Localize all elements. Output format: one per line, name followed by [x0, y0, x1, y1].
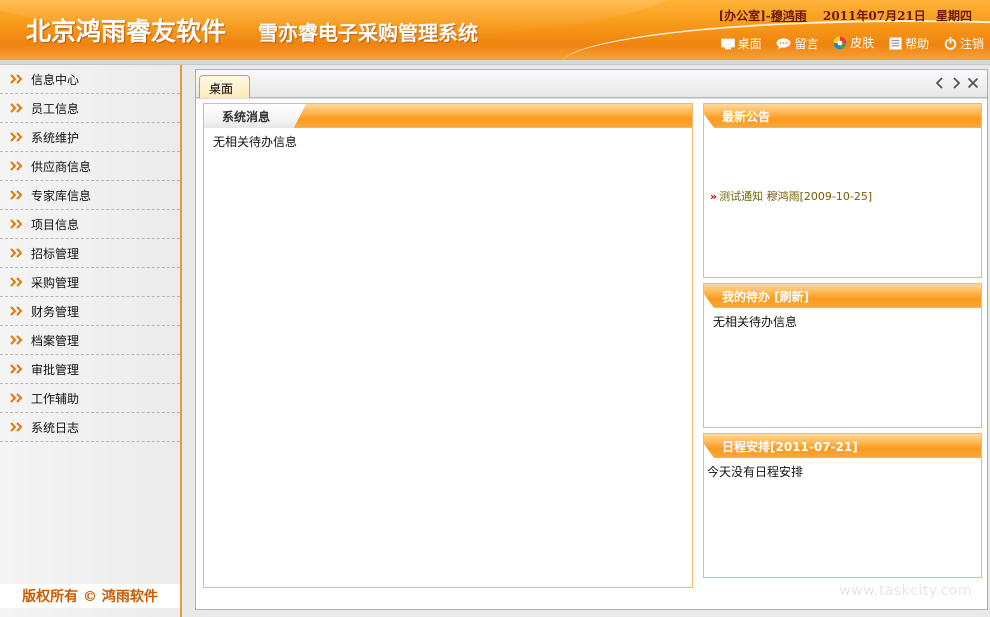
- double-chevron-icon: »: [710, 190, 718, 203]
- schedule-body: 今天没有日程安排: [707, 465, 804, 479]
- notice-panel: 最新公告 » 测试通知 穆鸿雨[2009-10-25]: [703, 103, 982, 278]
- sidebar-item-label: 采购管理: [31, 275, 80, 290]
- chevron-left-icon[interactable]: [933, 76, 947, 90]
- double-chevron-right-icon: [10, 393, 23, 403]
- user-info: [办公室]-穆鸿雨 2011年07月21日 星期四: [718, 7, 972, 24]
- sidebar-item[interactable]: 项目信息: [0, 210, 180, 239]
- sidebar-item-label: 信息中心: [31, 72, 80, 87]
- message-icon: [776, 37, 791, 49]
- header-toolbar: 桌面 留言 皮肤 帮助 注销: [710, 34, 984, 53]
- sidebar-item[interactable]: 系统日志: [0, 413, 180, 442]
- user-name-link[interactable]: 穆鸿雨: [771, 9, 807, 23]
- sidebar-item[interactable]: 系统维护: [0, 123, 180, 152]
- schedule-title: 日程安排[2011-07-21]: [722, 439, 858, 454]
- sidebar-item-label: 系统日志: [31, 420, 80, 435]
- double-chevron-right-icon: [10, 306, 23, 316]
- sidebar-item[interactable]: 专家库信息: [0, 181, 180, 210]
- chevron-right-icon[interactable]: [949, 76, 963, 90]
- logout-button[interactable]: 注销: [944, 35, 984, 52]
- system-name: 雪亦睿电子采购管理系统: [258, 21, 478, 45]
- sidebar-item-label: 档案管理: [31, 333, 80, 348]
- system-message-title: 系统消息: [204, 104, 307, 128]
- power-icon: [944, 36, 957, 50]
- todo-panel: 我的待办 [刷新] 无相关待办信息: [703, 283, 982, 428]
- notice-item-meta: 穆鸿雨[2009-10-25]: [766, 190, 873, 203]
- app-header: 北京鸿雨睿友软件 雪亦睿电子采购管理系统 [办公室]-穆鸿雨 2011年07月2…: [0, 0, 990, 60]
- menu-list: 信息中心员工信息系统维护供应商信息专家库信息项目信息招标管理采购管理财务管理档案…: [0, 65, 180, 442]
- current-weekday: 星期四: [935, 9, 972, 23]
- logout-label: 注销: [959, 36, 984, 51]
- todo-header: 我的待办 [刷新]: [704, 284, 981, 308]
- todo-title[interactable]: 我的待办 [刷新]: [704, 284, 823, 308]
- sidebar-menu: 信息中心员工信息系统维护供应商信息专家库信息项目信息招标管理采购管理财务管理档案…: [0, 65, 182, 617]
- sidebar-item[interactable]: 信息中心: [0, 65, 180, 94]
- schedule-panel: 日程安排[2011-07-21] 今天没有日程安排: [703, 433, 982, 578]
- desktop-button[interactable]: 桌面: [720, 35, 762, 52]
- notice-title: 最新公告: [722, 109, 771, 124]
- main-area: 桌面 系统消息 无相关待办信息 最新公告 » 测试通知 穆鸿雨[2009-10-2…: [195, 69, 988, 610]
- desktop-content: 系统消息 无相关待办信息 最新公告 » 测试通知 穆鸿雨[2009-10-25] …: [196, 99, 987, 609]
- schedule-header: 日程安排[2011-07-21]: [704, 434, 981, 458]
- help-icon: [889, 37, 902, 49]
- sidebar-item[interactable]: 供应商信息: [0, 152, 180, 181]
- sidebar-item[interactable]: 采购管理: [0, 268, 180, 297]
- copyright-text: 版权所有 © 鸿雨软件: [0, 584, 180, 608]
- desktop-label: 桌面: [737, 37, 762, 51]
- double-chevron-right-icon: [10, 248, 23, 258]
- double-chevron-right-icon: [10, 161, 23, 171]
- sidebar-item-label: 项目信息: [31, 217, 80, 232]
- double-chevron-right-icon: [10, 103, 23, 113]
- sidebar-item[interactable]: 员工信息: [0, 94, 180, 123]
- system-message-body: 无相关待办信息: [213, 135, 298, 149]
- notice-item[interactable]: » 测试通知 穆鸿雨[2009-10-25]: [710, 188, 872, 204]
- skin-icon: [833, 36, 847, 49]
- sidebar-item-label: 员工信息: [31, 101, 80, 116]
- double-chevron-right-icon: [10, 74, 23, 84]
- double-chevron-right-icon: [10, 364, 23, 374]
- watermark-text: www.taskcity.com: [839, 583, 972, 599]
- notice-item-title: 测试通知: [719, 190, 764, 203]
- skin-label: 皮肤: [850, 36, 875, 50]
- double-chevron-right-icon: [10, 132, 23, 142]
- sidebar-item[interactable]: 审批管理: [0, 355, 180, 384]
- message-label: 留言: [794, 37, 819, 51]
- current-date: 2011年07月21日: [822, 9, 926, 23]
- sidebar-item-label: 审批管理: [31, 362, 80, 377]
- sidebar-item[interactable]: 档案管理: [0, 326, 180, 355]
- system-message-header: 系统消息: [204, 104, 692, 128]
- skin-button[interactable]: 皮肤: [833, 34, 874, 51]
- double-chevron-right-icon: [10, 335, 23, 345]
- sidebar-item-label: 财务管理: [31, 304, 80, 319]
- sidebar-item-label: 系统维护: [31, 130, 80, 145]
- brand-title: 北京鸿雨睿友软件: [26, 17, 227, 46]
- double-chevron-right-icon: [10, 219, 23, 229]
- system-message-panel: 系统消息 无相关待办信息: [203, 103, 693, 588]
- todo-body: 无相关待办信息: [713, 315, 798, 329]
- office-prefix: [办公室]-: [718, 9, 771, 23]
- sidebar-item[interactable]: 工作辅助: [0, 384, 180, 413]
- sidebar-item-label: 专家库信息: [31, 188, 92, 203]
- sidebar-item[interactable]: 财务管理: [0, 297, 180, 326]
- close-icon[interactable]: [966, 76, 980, 90]
- double-chevron-right-icon: [10, 277, 23, 287]
- double-chevron-right-icon: [10, 190, 23, 200]
- message-button[interactable]: 留言: [776, 35, 818, 52]
- sidebar-item-label: 工作辅助: [31, 391, 80, 406]
- notice-header: 最新公告: [704, 104, 981, 128]
- tab-desktop[interactable]: 桌面: [199, 75, 250, 98]
- desktop-icon: [720, 38, 735, 49]
- help-button[interactable]: 帮助: [889, 35, 929, 52]
- tab-bar: 桌面: [196, 70, 987, 98]
- help-label: 帮助: [905, 36, 930, 51]
- sidebar-item-label: 供应商信息: [31, 159, 92, 174]
- double-chevron-right-icon: [10, 422, 23, 432]
- sidebar-item-label: 招标管理: [31, 246, 80, 261]
- sidebar-item[interactable]: 招标管理: [0, 239, 180, 268]
